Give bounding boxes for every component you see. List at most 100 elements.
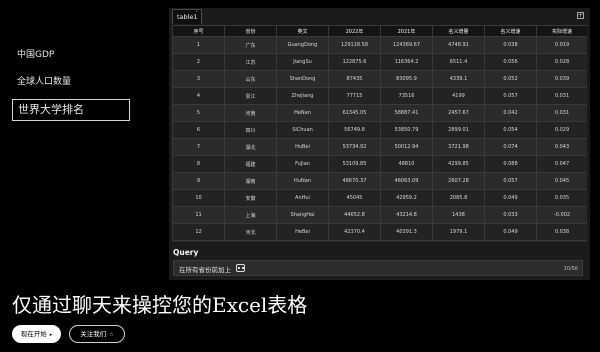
table-cell[interactable]: 1438 — [432, 206, 485, 224]
table-cell[interactable]: 48810 — [380, 155, 433, 173]
table-cell[interactable]: 0.042 — [484, 104, 537, 122]
table-cell[interactable]: 河南 — [224, 104, 277, 122]
table-cell[interactable]: 58887.41 — [380, 104, 433, 122]
table-cell[interactable]: FuJian — [276, 155, 329, 173]
table-row[interactable]: 2 江苏 JiangSu 122875.6 116364.2 6511.4 0.056 0.0… — [172, 53, 587, 71]
table-cell[interactable]: 4748.91 — [432, 36, 485, 54]
table-row[interactable]: 4 浙江 ZheJiang 77715 73516 4199 0.057 0.031 — [172, 87, 587, 105]
table-row[interactable]: 5 河南 HeNan 61345.05 58887.41 2457.67 0.042 0.03… — [172, 104, 587, 122]
table-cell[interactable]: GuangDong — [276, 36, 329, 54]
follow-us-button[interactable]: 关注我们 ☆ — [69, 325, 125, 343]
table-cell[interactable]: 3 — [172, 70, 225, 88]
table-cell[interactable]: 46063.09 — [380, 172, 433, 190]
table-cell[interactable]: 江苏 — [224, 53, 277, 71]
table-cell[interactable]: 0.054 — [484, 121, 537, 139]
table-cell[interactable]: 河北 — [224, 223, 277, 241]
table-cell[interactable]: 2457.67 — [432, 104, 485, 122]
table-cell[interactable]: 87435 — [328, 70, 381, 88]
table-cell[interactable]: 浙江 — [224, 87, 277, 105]
table-cell[interactable]: 129118.58 — [328, 36, 381, 54]
table-cell[interactable]: 安徽 — [224, 189, 277, 207]
table-cell[interactable]: ZheJiang — [276, 87, 329, 105]
table-cell[interactable]: 2 — [172, 53, 225, 71]
table-cell[interactable]: 0.057 — [484, 172, 537, 190]
table-cell[interactable]: 0.049 — [484, 223, 537, 241]
table-cell[interactable]: 12 — [172, 223, 225, 241]
table-row[interactable]: 8 福建 FuJian 53109.85 48810 4299.85 0.088 0.047 — [172, 155, 587, 173]
table-cell[interactable]: 0.038 — [536, 223, 587, 241]
table-row[interactable]: 10 安徽 AnHui 45045 42959.2 2085.8 0.049 0.035 — [172, 189, 587, 207]
table-cell[interactable]: SiChuan — [276, 121, 329, 139]
column-header[interactable]: 2021年 — [380, 25, 433, 37]
table-cell[interactable]: 1 — [172, 36, 225, 54]
table-row[interactable]: 6 四川 SiChuan 56749.8 53850.79 2899.01 0.054 0.0… — [172, 121, 587, 139]
table-row[interactable]: 9 湖南 HuNan 48670.37 46063.09 2607.28 0.057 0.04… — [172, 172, 587, 190]
table-row[interactable]: 1 广东 GuangDong 129118.58 124369.67 4748.91 0.0… — [172, 36, 587, 54]
robot-icon[interactable] — [236, 264, 245, 272]
table-cell[interactable]: ShangHai — [276, 206, 329, 224]
table-cell[interactable]: 0.039 — [536, 70, 587, 88]
add-tab-icon[interactable]: + — [577, 12, 584, 19]
table-cell[interactable]: 0.038 — [484, 36, 537, 54]
table-cell[interactable]: 0.088 — [484, 155, 537, 173]
table-cell[interactable]: -0.002 — [536, 206, 587, 224]
tab-menu-caret-icon[interactable]: ˅ — [196, 10, 199, 18]
table-cell[interactable]: 广东 — [224, 36, 277, 54]
table-cell[interactable]: 5 — [172, 104, 225, 122]
table-row[interactable]: 3 山东 ShanDong 87435 83095.9 4339.1 0.052 0.039 — [172, 70, 587, 88]
table-cell[interactable]: 0.019 — [536, 36, 587, 54]
table-cell[interactable]: HuNan — [276, 172, 329, 190]
data-grid[interactable]: 序号 省份 英文 2022年 2021年 名义增量 名义增速 实际增速 1 广东 GuangDon… — [172, 25, 587, 242]
table-cell[interactable]: 6 — [172, 121, 225, 139]
table-cell[interactable]: 11 — [172, 206, 225, 224]
table-cell[interactable]: 四川 — [224, 121, 277, 139]
column-header[interactable]: 2022年 — [328, 25, 381, 37]
table-cell[interactable]: HeNan — [276, 104, 329, 122]
table-cell[interactable]: 53734.92 — [328, 138, 381, 156]
table-cell[interactable]: 4199 — [432, 87, 485, 105]
table-cell[interactable]: 83095.9 — [380, 70, 433, 88]
table-cell[interactable]: 44652.8 — [328, 206, 381, 224]
table-cell[interactable]: 0.033 — [484, 206, 537, 224]
table-cell[interactable]: 50012.94 — [380, 138, 433, 156]
table-cell[interactable]: 53109.85 — [328, 155, 381, 173]
table-cell[interactable]: 10 — [172, 189, 225, 207]
table-cell[interactable]: 上海 — [224, 206, 277, 224]
table-cell[interactable]: 0.045 — [536, 172, 587, 190]
table-cell[interactable]: 0.057 — [484, 87, 537, 105]
table-cell[interactable]: 湖南 — [224, 172, 277, 190]
table-cell[interactable]: 3721.98 — [432, 138, 485, 156]
table-cell[interactable]: 2607.28 — [432, 172, 485, 190]
table-cell[interactable]: 116364.2 — [380, 53, 433, 71]
sidebar-item-global-population[interactable]: 全球人口数量 — [12, 71, 130, 93]
table-cell[interactable]: 福建 — [224, 155, 277, 173]
table-cell[interactable]: AnHui — [276, 189, 329, 207]
table-cell[interactable]: 0.052 — [484, 70, 537, 88]
column-header[interactable]: 序号 — [172, 25, 225, 37]
table-cell[interactable]: 8 — [172, 155, 225, 173]
table-cell[interactable]: 0.028 — [536, 53, 587, 71]
table-cell[interactable]: 0.043 — [536, 138, 587, 156]
table-cell[interactable]: 山东 — [224, 70, 277, 88]
table-cell[interactable]: 0.056 — [484, 53, 537, 71]
table-cell[interactable]: 77715 — [328, 87, 381, 105]
column-header[interactable]: 省份 — [224, 25, 277, 37]
table-cell[interactable]: 48670.37 — [328, 172, 381, 190]
table-cell[interactable]: 56749.8 — [328, 121, 381, 139]
table-cell[interactable]: 0.035 — [536, 189, 587, 207]
column-header[interactable]: 英文 — [276, 25, 329, 37]
table-cell[interactable]: 7 — [172, 138, 225, 156]
table-cell[interactable]: 0.047 — [536, 155, 587, 173]
table-cell[interactable]: 124369.67 — [380, 36, 433, 54]
query-input[interactable]: 在所有省份前加上 10/56 — [173, 260, 583, 276]
table-cell[interactable]: 42370.4 — [328, 223, 381, 241]
table-cell[interactable]: 0.049 — [484, 189, 537, 207]
table-cell[interactable]: 1979.1 — [432, 223, 485, 241]
table-cell[interactable]: 湖北 — [224, 138, 277, 156]
table-cell[interactable]: 40391.3 — [380, 223, 433, 241]
table-cell[interactable]: 122875.6 — [328, 53, 381, 71]
table-cell[interactable]: 43214.8 — [380, 206, 433, 224]
table-cell[interactable]: 6511.4 — [432, 53, 485, 71]
table-cell[interactable]: 4 — [172, 87, 225, 105]
table-cell[interactable]: 45045 — [328, 189, 381, 207]
